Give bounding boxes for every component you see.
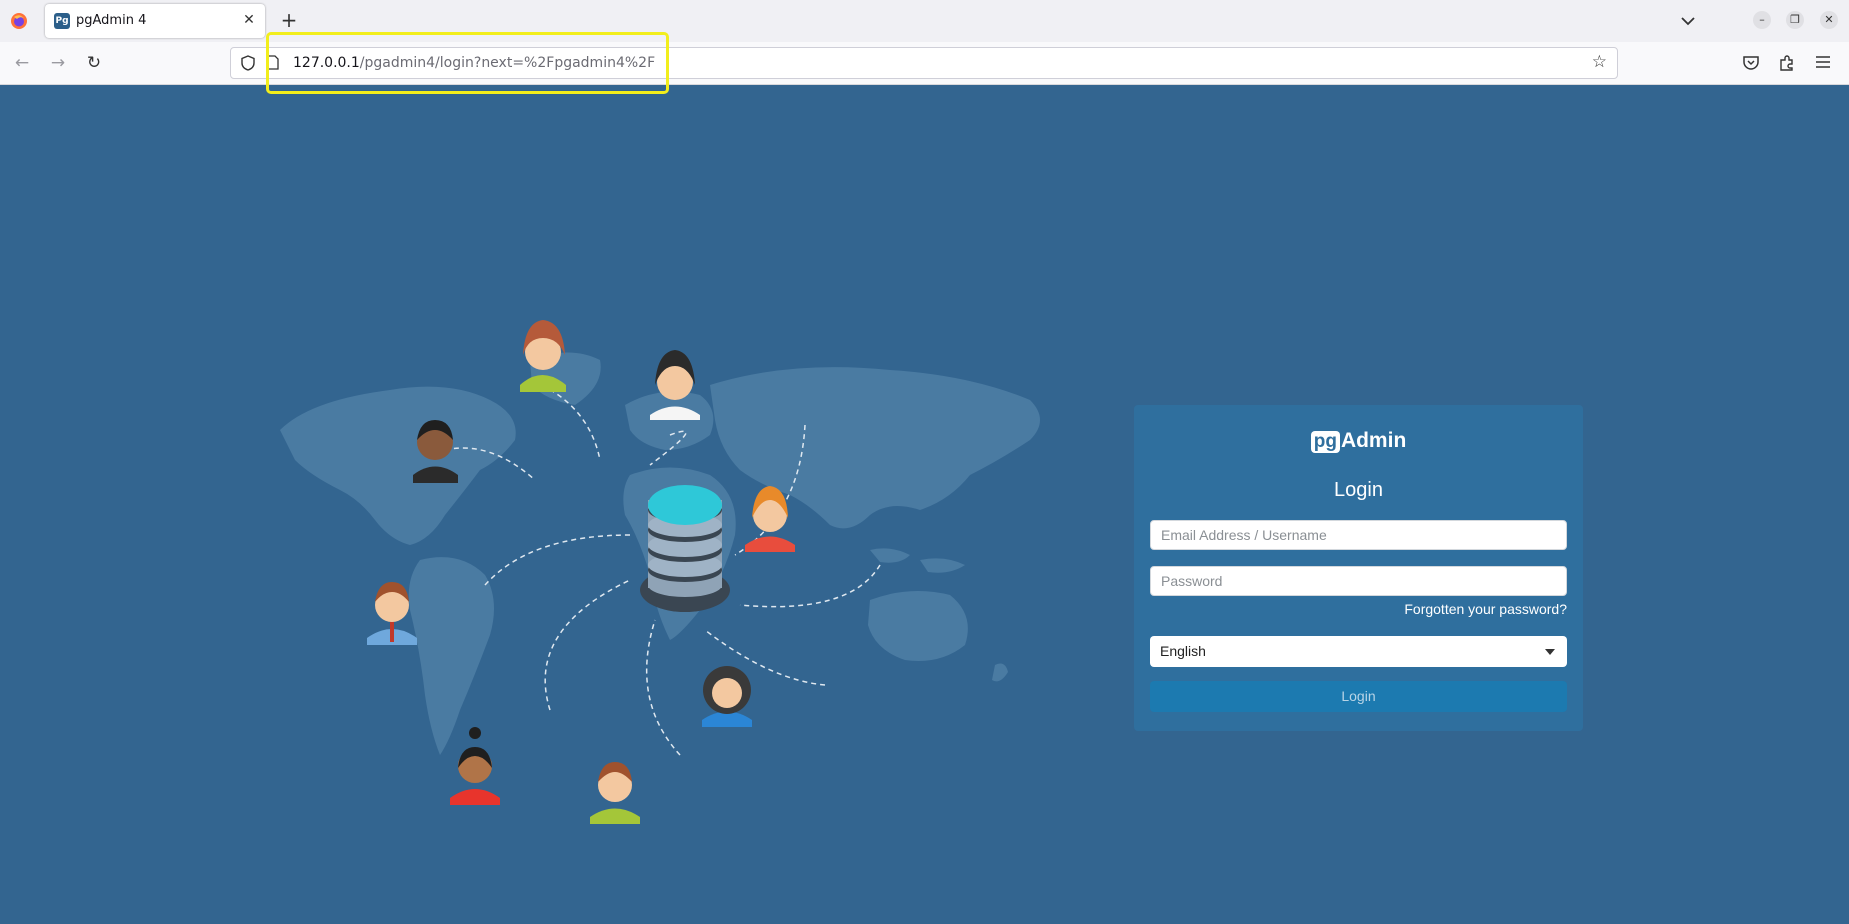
- forward-arrow-icon[interactable]: →: [48, 53, 68, 73]
- person-avatar-8: [590, 762, 640, 824]
- email-field[interactable]: [1150, 520, 1567, 550]
- shield-icon[interactable]: [241, 55, 255, 71]
- person-avatar-1: [520, 320, 566, 392]
- close-window-icon[interactable]: ✕: [1820, 11, 1838, 29]
- minimize-icon[interactable]: –: [1753, 11, 1771, 29]
- person-avatar-4: [745, 486, 795, 552]
- back-arrow-icon[interactable]: ←: [12, 53, 32, 73]
- forgot-password-link[interactable]: Forgotten your password?: [1404, 601, 1567, 617]
- star-icon[interactable]: ☆: [1592, 52, 1607, 72]
- network-illustration: [280, 320, 1040, 824]
- login-button[interactable]: Login: [1150, 681, 1567, 712]
- person-avatar-7: [450, 727, 500, 805]
- browser-tab[interactable]: Pg pgAdmin 4 ✕: [45, 4, 265, 38]
- pgadmin-favicon-icon: Pg: [54, 13, 70, 29]
- chevron-down-icon[interactable]: [1676, 11, 1700, 31]
- database-icon: [640, 485, 730, 612]
- password-field[interactable]: [1150, 566, 1567, 596]
- plus-icon[interactable]: +: [278, 9, 300, 31]
- language-selected-value: English: [1160, 643, 1206, 659]
- firefox-logo-icon[interactable]: [10, 12, 28, 30]
- pocket-icon[interactable]: [1742, 54, 1760, 72]
- caret-down-icon: [1545, 649, 1555, 655]
- url-highlight-box: [266, 32, 669, 94]
- logo-name: Admin: [1340, 429, 1407, 452]
- extensions-icon[interactable]: [1778, 54, 1796, 72]
- login-panel: pgAdmin Login Forgotten your password? E…: [1134, 405, 1583, 731]
- tab-title: pgAdmin 4: [76, 13, 147, 28]
- menu-icon[interactable]: [1815, 55, 1831, 69]
- language-select[interactable]: English: [1150, 636, 1567, 667]
- person-avatar-6: [702, 666, 752, 727]
- logo-pg: pg: [1310, 431, 1340, 453]
- close-icon[interactable]: ✕: [239, 10, 259, 30]
- reload-icon[interactable]: ↻: [84, 53, 104, 73]
- restore-icon[interactable]: ❐: [1786, 11, 1804, 29]
- pgadmin-logo: pg Admin: [1134, 429, 1583, 453]
- login-title: Login: [1334, 479, 1383, 501]
